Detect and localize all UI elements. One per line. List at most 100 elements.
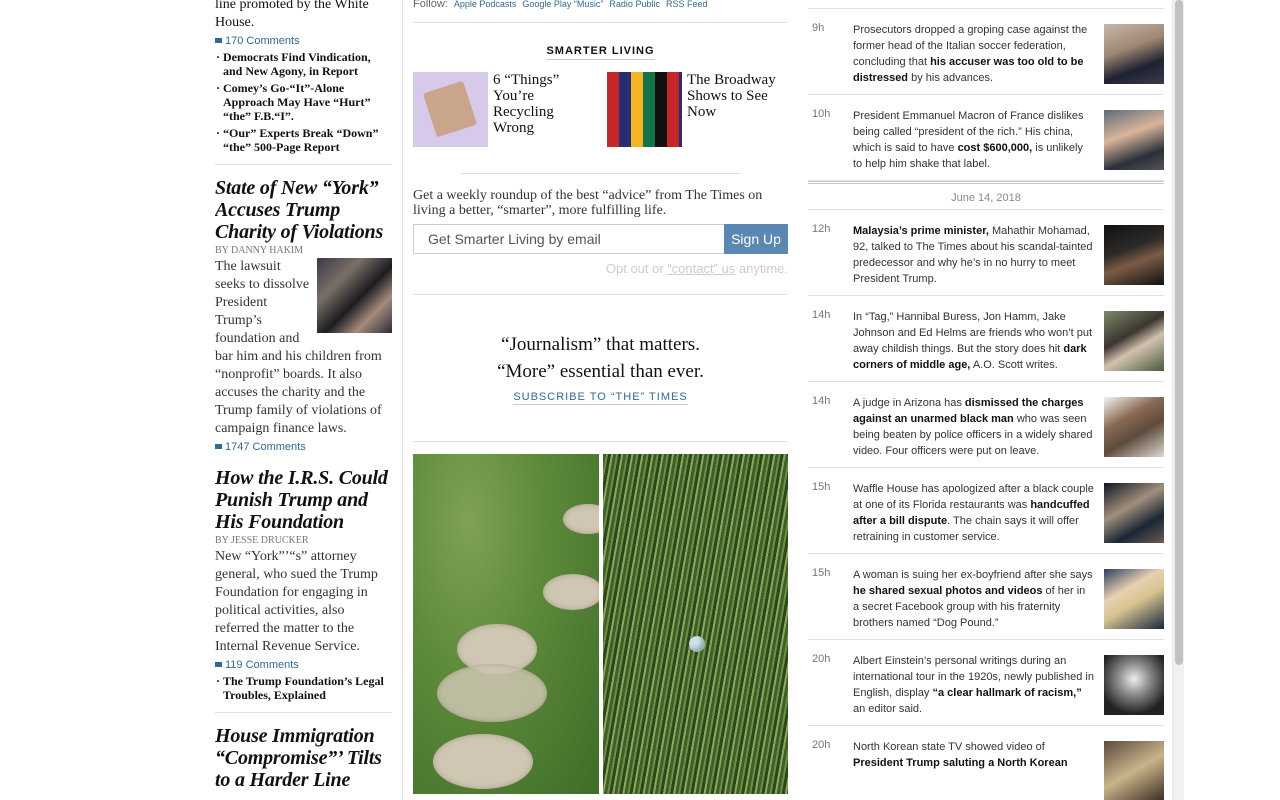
- divider: [215, 712, 392, 713]
- news-item[interactable]: 12h Malaysia’s prime minister, Mahathir …: [808, 210, 1164, 296]
- bunker: [437, 664, 547, 722]
- news-text-pre: In “Tag,” Hannibal Buress, Jon Hamm, Jak…: [853, 311, 1093, 355]
- news-text: In “Tag,” Hannibal Buress, Jon Hamm, Jak…: [853, 309, 1104, 373]
- divider: [413, 441, 788, 442]
- promo-line-1: “Journalism” that matters.: [501, 334, 700, 355]
- email-input[interactable]: [413, 224, 724, 254]
- news-time: 12h: [812, 223, 831, 235]
- news-time: 14h: [812, 395, 831, 407]
- promo-line-2: “More” essential than ever.: [497, 361, 704, 382]
- news-text-bold: he shared sexual photos and videos: [853, 585, 1043, 597]
- bunker: [543, 574, 599, 610]
- top-related-list: Democrats Find Vindication, and New Agon…: [215, 50, 392, 154]
- news-time: 14h: [812, 309, 831, 321]
- opt-out-pre: Opt out or: [605, 261, 664, 276]
- comments-count: 170 Comments: [225, 35, 300, 47]
- related-link[interactable]: “Our” Experts Break “Down” “the” 500-Pag…: [215, 126, 392, 154]
- news-list-after: 12h Malaysia’s prime minister, Mahathir …: [808, 210, 1164, 800]
- news-thumbnail[interactable]: [1104, 311, 1164, 371]
- related-link[interactable]: The Trump Foundation’s Legal Troubles, E…: [215, 674, 392, 702]
- sign-up-button[interactable]: Sign Up: [724, 224, 788, 254]
- news-thumbnail[interactable]: [1104, 483, 1164, 543]
- grass-golf-ball-image[interactable]: [602, 454, 788, 794]
- news-text: Albert Einstein’s personal writings duri…: [853, 653, 1104, 717]
- divider: [215, 164, 392, 165]
- story-comments-link[interactable]: 119 Comments: [215, 659, 392, 671]
- related-link[interactable]: Comey’s Go-“It”-Alone Approach May Have …: [215, 81, 392, 123]
- news-thumbnail[interactable]: [1104, 569, 1164, 629]
- comment-icon: [215, 38, 222, 43]
- follow-link-radio-public[interactable]: Radio Public: [609, 0, 660, 9]
- news-text-bold: “a clear hallmark of racism,”: [932, 687, 1082, 699]
- story-headline[interactable]: How the I.R.S. Could Punish Trump and Hi…: [215, 467, 392, 533]
- news-item[interactable]: 9h Prosecutors dropped a groping case ag…: [808, 9, 1164, 95]
- related-link-text[interactable]: “Our” Experts Break “Down” “the” 500-Pag…: [223, 126, 378, 154]
- news-thumbnail[interactable]: [1104, 655, 1164, 715]
- news-item[interactable]: 20h North Korean state TV showed video o…: [808, 726, 1164, 800]
- card-image[interactable]: [607, 72, 682, 147]
- follow-link-apple-podcasts[interactable]: Apple Podcasts: [454, 0, 517, 9]
- news-thumbnail[interactable]: [1104, 225, 1164, 285]
- left-column: line promoted by the White House. 170 Co…: [215, 0, 392, 800]
- smarter-living-card[interactable]: The Broadway Shows to See Now: [607, 72, 783, 147]
- golf-ball: [688, 636, 705, 652]
- news-text-pre: A judge in Arizona has: [853, 397, 965, 409]
- news-text: Waffle House has apologized after a blac…: [853, 481, 1104, 545]
- story-related-list: The Trump Foundation’s Legal Troubles, E…: [215, 674, 392, 702]
- follow-link-google-play[interactable]: Google Play “Music”: [522, 0, 603, 9]
- news-item[interactable]: 10h President Emmanuel Macron of France …: [808, 95, 1164, 181]
- news-thumbnail[interactable]: [1104, 397, 1164, 457]
- news-item[interactable]: 14h In “Tag,” Hannibal Buress, Jon Hamm,…: [808, 296, 1164, 382]
- page-scrollbar[interactable]: [1172, 0, 1184, 800]
- follow-link-rss[interactable]: RSS Feed: [666, 0, 708, 9]
- related-link-text[interactable]: Comey’s Go-“It”-Alone Approach May Have …: [223, 81, 370, 123]
- news-time: 20h: [812, 739, 831, 751]
- scrollbar-thumb[interactable]: [1175, 0, 1183, 665]
- byline: By DANNY HAKIM: [215, 245, 304, 256]
- news-text: North Korean state TV showed video of Pr…: [853, 739, 1104, 800]
- news-text: A judge in Arizona has dismissed the cha…: [853, 395, 1104, 459]
- subscribe-link[interactable]: SUBSCRIBE TO “THE” TIMES: [513, 391, 688, 405]
- related-link[interactable]: Democrats Find Vindication, and New Agon…: [215, 50, 392, 78]
- card-title[interactable]: The Broadway Shows to See Now: [687, 72, 783, 147]
- news-time: 10h: [812, 108, 831, 120]
- news-time: 15h: [812, 567, 831, 579]
- smarter-living-card[interactable]: 6 “Things” You’re Recycling Wrong: [413, 72, 589, 147]
- story-headline[interactable]: State of New “York” Accuses Trump Charit…: [215, 177, 392, 243]
- news-text: Malaysia’s prime minister, Mahathir Moha…: [853, 223, 1104, 287]
- news-thumbnail[interactable]: [1104, 110, 1164, 170]
- card-title[interactable]: 6 “Things” You’re Recycling Wrong: [493, 72, 589, 147]
- date-divider: June 14, 2018: [808, 181, 1164, 210]
- comment-icon: [215, 662, 222, 667]
- news-text-post: by his advances.: [908, 72, 994, 84]
- story-comments-link[interactable]: 1747 Comments: [215, 441, 392, 453]
- story-summary: New “York”’“s” attorney general, who sue…: [215, 549, 378, 654]
- news-item[interactable]: 20h Albert Einstein’s personal writings …: [808, 640, 1164, 726]
- news-item[interactable]: 14h A judge in Arizona has dismissed the…: [808, 382, 1164, 468]
- top-story-comments-link[interactable]: 170 Comments: [215, 35, 392, 47]
- contact-us-link[interactable]: “contact” us: [667, 261, 735, 276]
- news-thumbnail[interactable]: [1104, 741, 1164, 800]
- related-link-text[interactable]: The Trump Foundation’s Legal Troubles, E…: [223, 674, 384, 702]
- divider: [460, 173, 741, 174]
- card-image[interactable]: [413, 72, 488, 147]
- divider: [413, 22, 788, 23]
- golf-course-aerial-image[interactable]: [413, 454, 599, 794]
- newsletter-description: Get a weekly roundup of the best “advice…: [413, 188, 763, 218]
- opt-out-post: anytime.: [738, 261, 788, 276]
- story-summary: The lawsuit seeks to dissolve President …: [215, 258, 392, 438]
- latest-news-column: 9h Prosecutors dropped a groping case ag…: [808, 0, 1164, 800]
- news-text: A woman is suing her ex-boyfriend after …: [853, 567, 1104, 631]
- comments-count: 119 Comments: [225, 659, 299, 671]
- news-item[interactable]: 15h A woman is suing her ex-boyfriend af…: [808, 554, 1164, 640]
- story-thumbnail[interactable]: [317, 258, 392, 333]
- section-label[interactable]: SMARTER LIVING: [546, 45, 655, 60]
- related-link-text[interactable]: Democrats Find Vindication, and New Agon…: [223, 50, 371, 78]
- newsletter-form: Sign Up: [413, 224, 788, 254]
- news-thumbnail[interactable]: [1104, 24, 1164, 84]
- news-item[interactable]: 15h Waffle House has apologized after a …: [808, 468, 1164, 554]
- comment-icon: [215, 444, 222, 449]
- top-story-snippet: line promoted by the White House.: [215, 0, 369, 30]
- subscription-promo: “Journalism” that matters. “More” essent…: [413, 295, 788, 441]
- story-headline[interactable]: House Immigration “Compromise”’ Tilts to…: [215, 725, 392, 791]
